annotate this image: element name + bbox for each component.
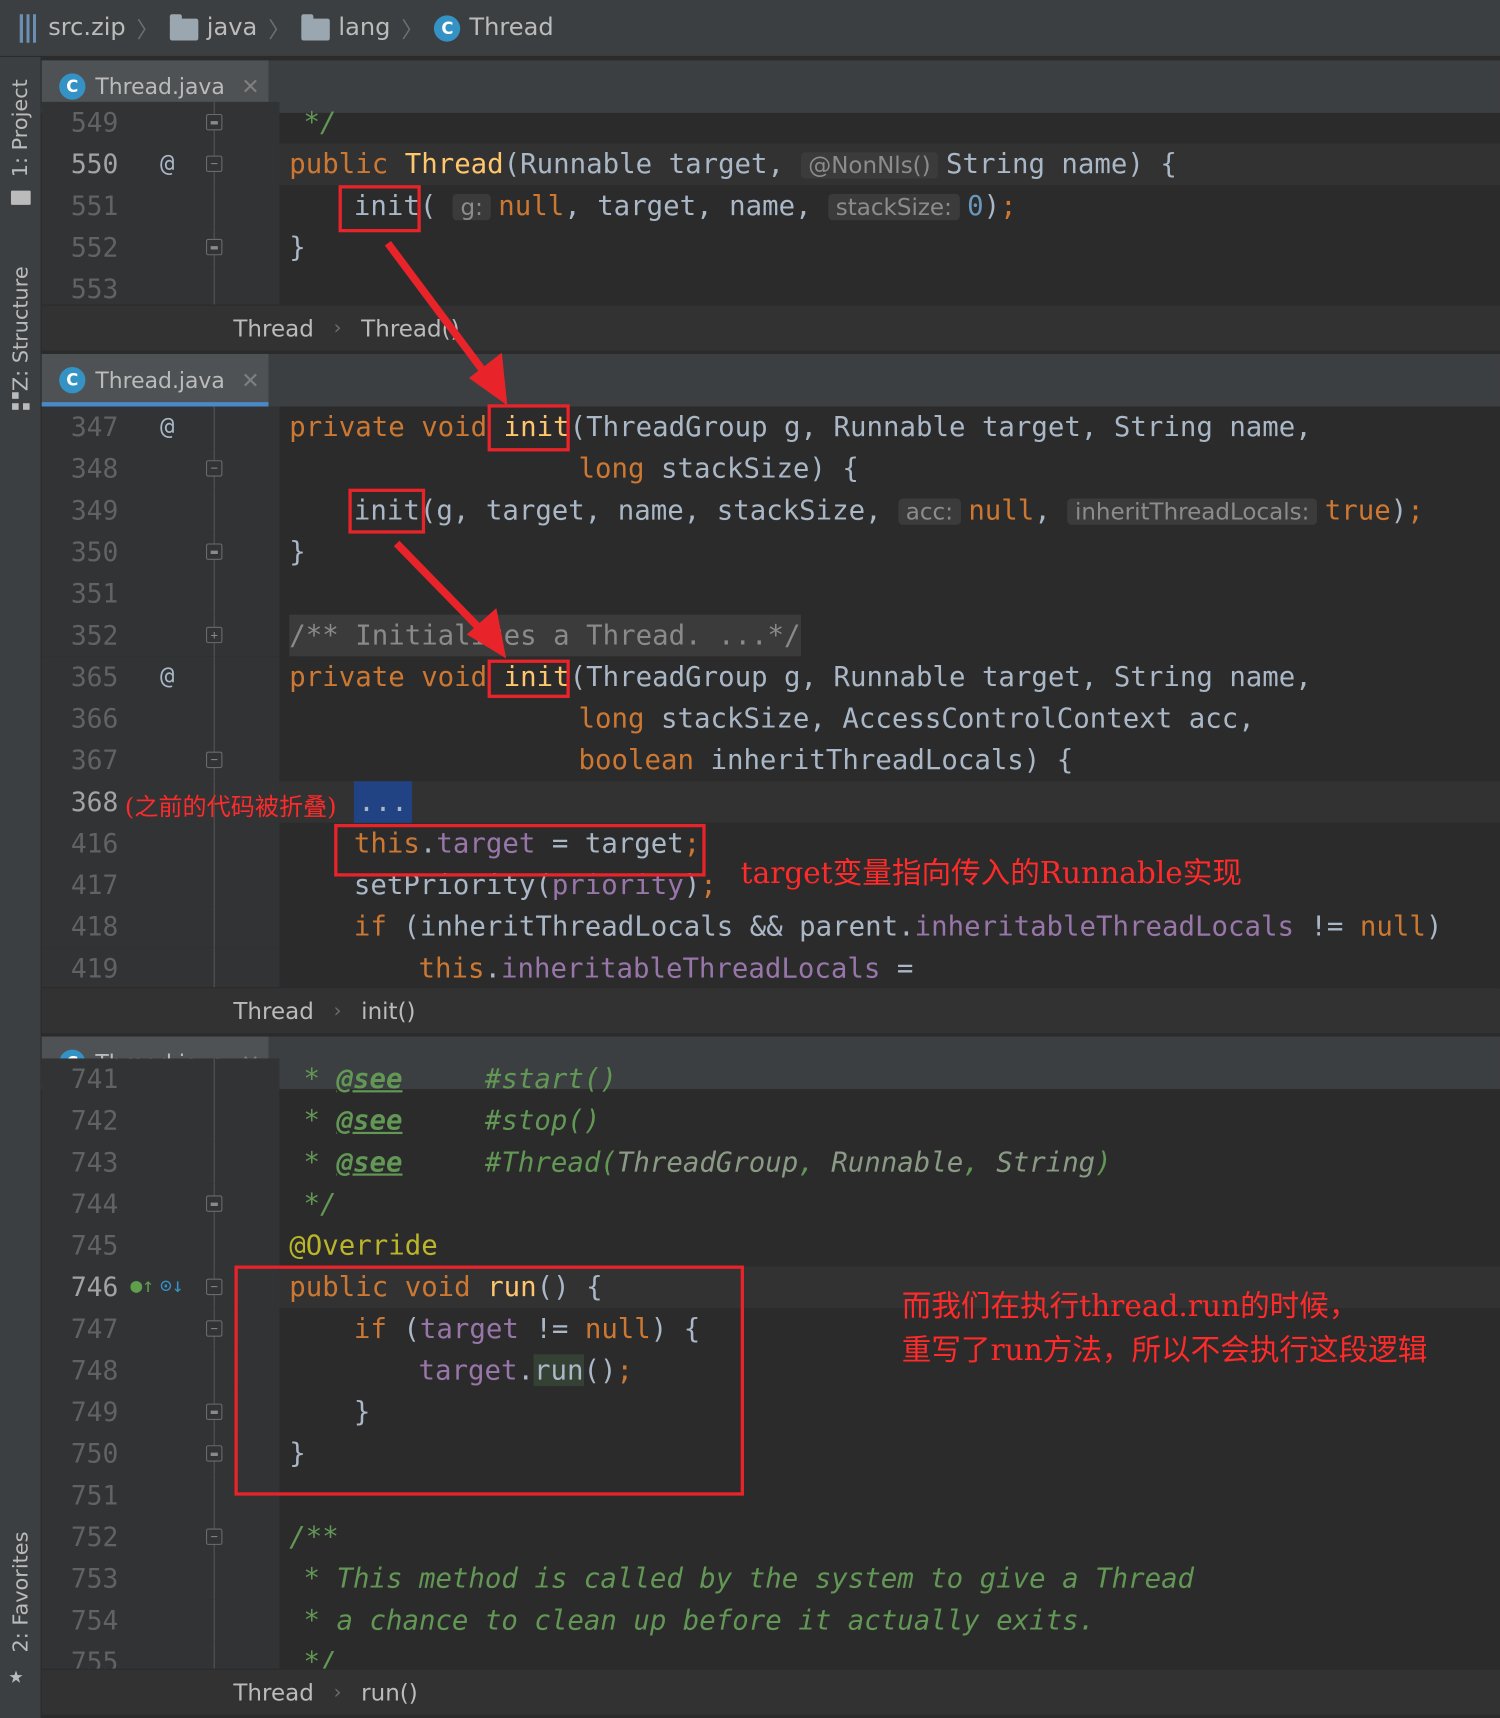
annotation-folded: (之前的代码被折叠) bbox=[124, 794, 337, 822]
annotation-run-line2: 重写了run方法，所以不会执行这段逻辑 bbox=[901, 1333, 1428, 1368]
arrow-head-icon bbox=[466, 608, 507, 659]
arrow-line bbox=[393, 540, 490, 639]
ide-window: src.zip 〉 java 〉 lang 〉 C Thread 1: Proje… bbox=[0, 0, 1500, 1718]
annotation-target: target变量指向传入的Runnable实现 bbox=[740, 856, 1242, 891]
annotation-run-line1: 而我们在执行thread.run的时候， bbox=[901, 1289, 1359, 1324]
arrow-line bbox=[384, 240, 494, 384]
